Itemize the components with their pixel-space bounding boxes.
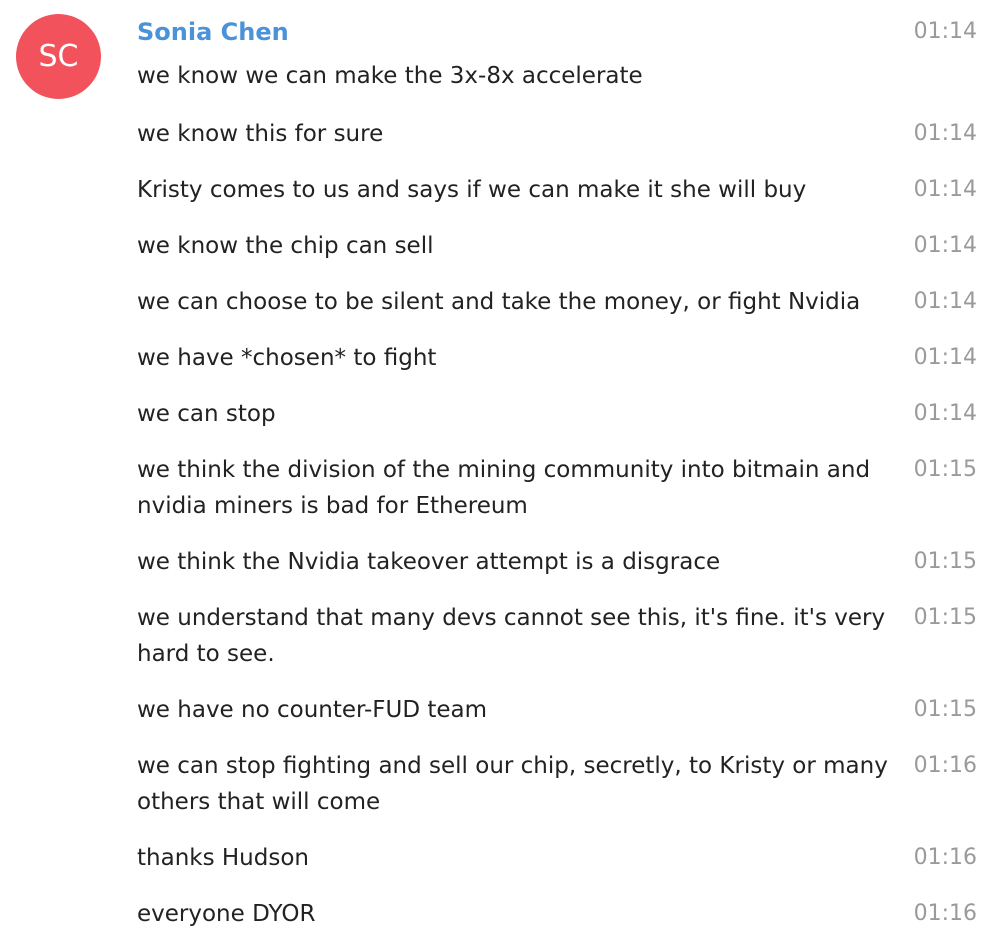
message[interactable]: we think the Nvidia takeover attempt is … <box>137 544 977 600</box>
message-timestamp: 01:15 <box>913 457 977 482</box>
message-group: SC Sonia Chen 01:14 we know we can make … <box>0 0 994 949</box>
message-timestamp: 01:14 <box>913 289 977 314</box>
message[interactable]: we understand that many devs cannot see … <box>137 600 977 692</box>
message-text: we can stop <box>137 401 276 427</box>
message-timestamp: 01:14 <box>913 177 977 202</box>
message-text: we think the division of the mining comm… <box>137 457 871 519</box>
message-timestamp: 01:14 <box>913 345 977 370</box>
message-text: we have *chosen* to fight <box>137 345 437 371</box>
message[interactable]: we can stop fighting and sell our chip, … <box>137 748 977 840</box>
message-timestamp: 01:14 <box>913 121 977 146</box>
message[interactable]: thanks Hudson 01:16 <box>137 840 977 896</box>
message-text: we know we can make the 3x-8x accelerate <box>137 63 643 89</box>
avatar[interactable]: SC <box>16 14 101 99</box>
message[interactable]: we have *chosen* to fight 01:14 <box>137 340 977 396</box>
message[interactable]: everyone DYOR 01:16 <box>137 896 977 932</box>
message-timestamp: 01:15 <box>913 605 977 630</box>
message-text: we can stop fighting and sell our chip, … <box>137 753 888 815</box>
sender-name[interactable]: Sonia Chen <box>137 14 289 50</box>
message-timestamp: 01:14 <box>913 233 977 258</box>
message-text: we think the Nvidia takeover attempt is … <box>137 549 721 575</box>
message[interactable]: we know we can make the 3x-8x accelerate <box>137 58 977 116</box>
message-list: we know we can make the 3x-8x accelerate… <box>137 58 977 932</box>
message-text: we can choose to be silent and take the … <box>137 289 861 315</box>
message[interactable]: Kristy comes to us and says if we can ma… <box>137 172 977 228</box>
message-text: we know the chip can sell <box>137 233 434 259</box>
message[interactable]: we know this for sure 01:14 <box>137 116 977 172</box>
message-text: thanks Hudson <box>137 845 309 871</box>
message-text: we know this for sure <box>137 121 384 147</box>
message-timestamp: 01:15 <box>913 697 977 722</box>
message-text: we understand that many devs cannot see … <box>137 605 886 667</box>
message-text: Kristy comes to us and says if we can ma… <box>137 177 807 203</box>
message-timestamp: 01:16 <box>913 753 977 778</box>
message-timestamp: 01:14 <box>913 19 977 44</box>
message-timestamp: 01:16 <box>913 845 977 870</box>
message-timestamp: 01:15 <box>913 549 977 574</box>
message-timestamp: 01:14 <box>913 401 977 426</box>
message[interactable]: we can choose to be silent and take the … <box>137 284 977 340</box>
message-timestamp: 01:16 <box>913 901 977 926</box>
message-text: everyone DYOR <box>137 901 316 927</box>
message[interactable]: we can stop 01:14 <box>137 396 977 452</box>
sender-header: Sonia Chen 01:14 <box>137 14 977 50</box>
message[interactable]: we think the division of the mining comm… <box>137 452 977 544</box>
message[interactable]: we have no counter-FUD team 01:15 <box>137 692 977 748</box>
message-text: we have no counter-FUD team <box>137 697 488 723</box>
message[interactable]: we know the chip can sell 01:14 <box>137 228 977 284</box>
